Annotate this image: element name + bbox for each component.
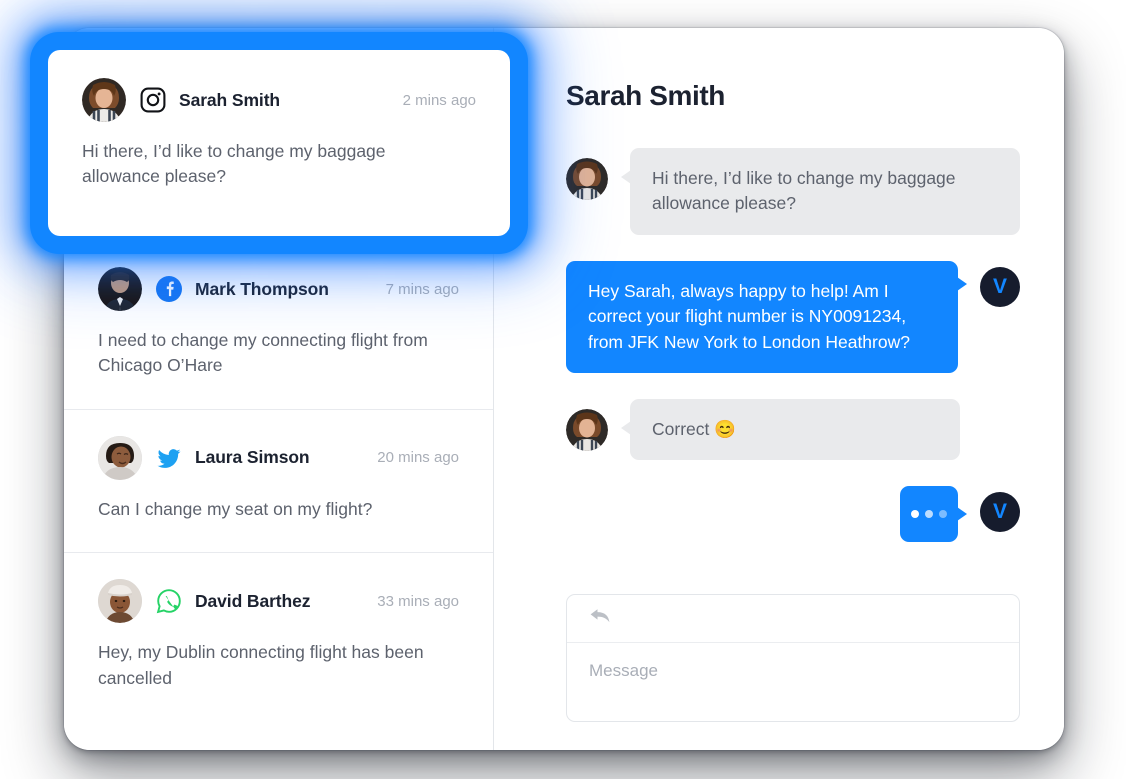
chat-message-row: Correct 😊 <box>566 399 1020 460</box>
conversation-list-item-david-barthez[interactable]: David Barthez 33 mins ago Hey, my Dublin… <box>64 553 493 721</box>
agent-avatar-badge: V <box>980 267 1020 307</box>
avatar <box>98 267 142 311</box>
conversation-list-item-sarah-smith-highlighted[interactable]: Sarah Smith 2 mins ago Hi there, I’d lik… <box>48 50 510 236</box>
typing-dot <box>925 510 933 518</box>
conversation-header: Sarah Smith 2 mins ago <box>82 78 476 122</box>
conversation-list-item-mark-thompson[interactable]: Mark Thompson 7 mins ago I need to chang… <box>64 241 493 410</box>
conversation-item-name: Sarah Smith <box>179 90 280 111</box>
avatar <box>98 579 142 623</box>
conversation-item-time: 33 mins ago <box>377 593 459 610</box>
chat-message-row: Hey Sarah, always happy to help! Am I co… <box>566 261 1020 373</box>
chat-message-row: Hi there, I’d like to change my baggage … <box>566 148 1020 235</box>
conversation-list-item-laura-simson[interactable]: Laura Simson 20 mins ago Can I change my… <box>64 410 493 553</box>
conversation-header: Mark Thompson 7 mins ago <box>98 267 459 311</box>
composer-toolbar[interactable] <box>567 595 1019 643</box>
instagram-icon <box>140 87 166 113</box>
chat-title: Sarah Smith <box>566 80 1020 112</box>
message-composer[interactable]: Message <box>566 594 1020 722</box>
conversation-item-preview: I need to change my connecting flight fr… <box>98 328 428 379</box>
avatar <box>566 409 608 451</box>
conversation-item-preview: Can I change my seat on my flight? <box>98 497 428 522</box>
conversation-item-name: Mark Thompson <box>195 279 329 300</box>
twitter-icon <box>156 445 182 471</box>
typing-indicator <box>900 486 958 542</box>
agent-avatar-badge: V <box>980 492 1020 532</box>
conversation-header: Laura Simson 20 mins ago <box>98 436 459 480</box>
typing-dot <box>939 510 947 518</box>
chat-bubble-incoming: Correct 😊 <box>630 399 960 460</box>
chat-bubble-outgoing: Hey Sarah, always happy to help! Am I co… <box>566 261 958 373</box>
facebook-icon <box>156 276 182 302</box>
avatar <box>98 436 142 480</box>
conversation-header: David Barthez 33 mins ago <box>98 579 459 623</box>
conversation-item-time: 2 mins ago <box>403 92 476 109</box>
reply-icon[interactable] <box>589 606 613 631</box>
conversation-item-name: Laura Simson <box>195 447 310 468</box>
chat-bubble-incoming: Hi there, I’d like to change my baggage … <box>630 148 1020 235</box>
message-input[interactable]: Message <box>567 643 1019 721</box>
conversation-item-time: 7 mins ago <box>386 281 459 298</box>
screenshot-stage: Mark Thompson 7 mins ago I need to chang… <box>0 0 1126 779</box>
whatsapp-icon <box>156 588 182 614</box>
conversation-item-preview: Hey, my Dublin connecting flight has bee… <box>98 640 428 691</box>
avatar <box>82 78 126 122</box>
avatar <box>566 158 608 200</box>
chat-typing-row: V <box>566 486 1020 542</box>
chat-panel: Sarah Smith Hi there, I’d like t <box>494 28 1064 750</box>
typing-dot <box>911 510 919 518</box>
conversation-item-time: 20 mins ago <box>377 449 459 466</box>
conversation-item-name: David Barthez <box>195 591 310 612</box>
conversation-item-preview: Hi there, I’d like to change my baggage … <box>82 139 412 190</box>
